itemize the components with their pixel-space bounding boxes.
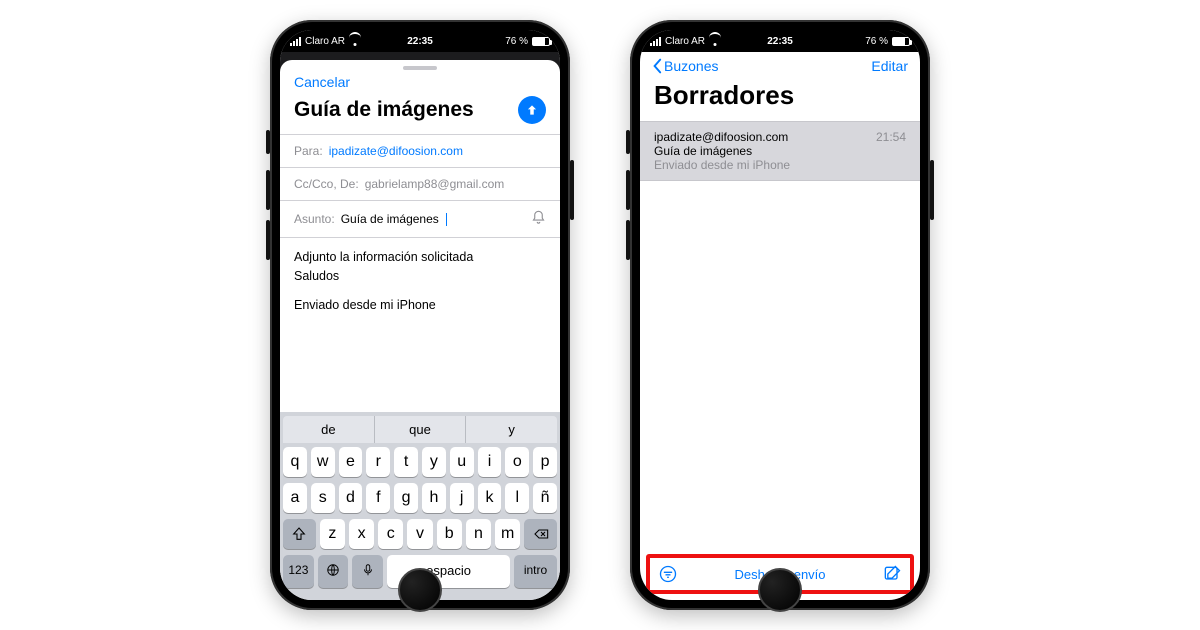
mic-key[interactable] — [352, 555, 383, 588]
key[interactable]: o — [505, 447, 529, 477]
status-bar: Claro AR 22:35 76 % — [280, 30, 560, 52]
suggestion[interactable]: de — [283, 416, 374, 443]
subject-field[interactable]: Asunto: Guía de imágenes — [280, 200, 560, 237]
key[interactable]: z — [320, 519, 345, 549]
key[interactable]: h — [422, 483, 446, 513]
key-row-3: z x c v b n m — [283, 519, 557, 549]
key[interactable]: a — [283, 483, 307, 513]
suggestion[interactable]: que — [374, 416, 466, 443]
clock: 22:35 — [407, 36, 433, 47]
battery-icon — [892, 37, 910, 46]
key[interactable]: l — [505, 483, 529, 513]
key[interactable]: g — [394, 483, 418, 513]
key[interactable]: m — [495, 519, 520, 549]
signal-icon — [650, 37, 661, 46]
signal-icon — [290, 37, 301, 46]
key[interactable]: x — [349, 519, 374, 549]
key[interactable]: w — [311, 447, 335, 477]
clock: 22:35 — [767, 36, 793, 47]
sheet-grabber[interactable] — [403, 66, 437, 70]
key[interactable]: r — [366, 447, 390, 477]
to-field[interactable]: Para: ipadizate@difoosion.com — [280, 134, 560, 167]
key[interactable]: u — [450, 447, 474, 477]
subject-label: Asunto: — [294, 212, 335, 226]
compose-sheet: Cancelar Guía de imágenes Para: ipadizat… — [280, 52, 560, 600]
chevron-left-icon — [652, 58, 662, 74]
key[interactable]: k — [478, 483, 502, 513]
carrier-label: Claro AR — [305, 36, 345, 47]
draft-item[interactable]: ipadizate@difoosion.com Guía de imágenes… — [640, 121, 920, 181]
key[interactable]: j — [450, 483, 474, 513]
cc-field[interactable]: Cc/Cco, De: gabrielamp88@gmail.com — [280, 167, 560, 200]
key[interactable]: q — [283, 447, 307, 477]
globe-key[interactable] — [318, 555, 349, 588]
key[interactable]: ñ — [533, 483, 557, 513]
nav-bar: Buzones Editar — [640, 52, 920, 76]
globe-icon — [326, 563, 340, 577]
send-button[interactable] — [518, 96, 546, 124]
home-button[interactable] — [398, 568, 442, 612]
compose-button[interactable] — [882, 564, 902, 584]
battery-label: 76 % — [505, 36, 528, 47]
cc-value: gabrielamp88@gmail.com — [365, 177, 505, 191]
status-bar: Claro AR 22:35 76 % — [640, 30, 920, 52]
page-title: Borradores — [640, 76, 920, 121]
key[interactable]: y — [422, 447, 446, 477]
message-body[interactable]: Adjunto la información solicitada Saludo… — [280, 237, 560, 286]
draft-from: ipadizate@difoosion.com — [654, 130, 790, 144]
key-row-1: q w e r t y u i o p — [283, 447, 557, 477]
compose-title: Guía de imágenes — [294, 98, 474, 122]
home-button[interactable] — [758, 568, 802, 612]
cancel-button[interactable]: Cancelar — [280, 72, 560, 96]
key[interactable]: p — [533, 447, 557, 477]
edit-button[interactable]: Editar — [871, 58, 908, 74]
signature-text: Enviado desde mi iPhone — [280, 286, 560, 324]
subject-value: Guía de imágenes — [341, 212, 439, 226]
wifi-icon — [349, 37, 361, 46]
backspace-key[interactable] — [524, 519, 557, 549]
numbers-key[interactable]: 123 — [283, 555, 314, 588]
arrow-up-icon — [525, 103, 539, 117]
key[interactable]: b — [437, 519, 462, 549]
phone-compose: Claro AR 22:35 76 % Cancelar Guía de imá… — [270, 20, 570, 610]
key[interactable]: s — [311, 483, 335, 513]
back-button[interactable]: Buzones — [652, 58, 718, 74]
draft-time: 21:54 — [876, 130, 906, 172]
suggestion-bar: de que y — [283, 416, 557, 443]
battery-label: 76 % — [865, 36, 888, 47]
key[interactable]: i — [478, 447, 502, 477]
key[interactable]: e — [339, 447, 363, 477]
draft-subject: Guía de imágenes — [654, 144, 790, 158]
compose-icon — [882, 564, 902, 584]
key[interactable]: v — [407, 519, 432, 549]
shift-key[interactable] — [283, 519, 316, 549]
cc-label: Cc/Cco, De: — [294, 177, 359, 191]
key[interactable]: f — [366, 483, 390, 513]
key[interactable]: t — [394, 447, 418, 477]
phone-drafts: Claro AR 22:35 76 % Buzones Editar Borra… — [630, 20, 930, 610]
carrier-label: Claro AR — [665, 36, 705, 47]
key[interactable]: c — [378, 519, 403, 549]
shift-icon — [291, 526, 307, 542]
suggestion[interactable]: y — [465, 416, 557, 443]
backspace-icon — [533, 526, 549, 542]
key-row-2: a s d f g h j k l ñ — [283, 483, 557, 513]
bell-icon[interactable] — [531, 210, 546, 228]
to-value: ipadizate@difoosion.com — [329, 144, 463, 158]
draft-preview: Enviado desde mi iPhone — [654, 158, 790, 172]
battery-icon — [532, 37, 550, 46]
to-label: Para: — [294, 144, 323, 158]
key[interactable]: d — [339, 483, 363, 513]
mic-icon — [361, 563, 375, 577]
wifi-icon — [709, 37, 721, 46]
filter-icon — [658, 564, 678, 584]
key[interactable]: n — [466, 519, 491, 549]
return-key[interactable]: intro — [514, 555, 557, 588]
filter-button[interactable] — [658, 564, 678, 584]
